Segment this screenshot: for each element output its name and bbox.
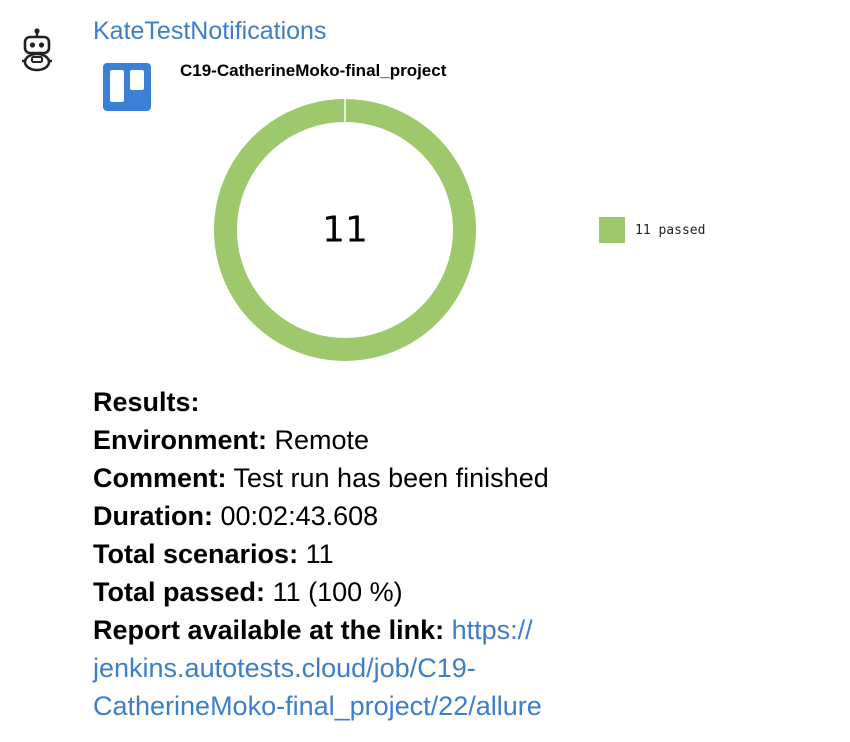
report-link-row-2: jenkins.autotests.cloud/job/C19- — [93, 649, 793, 687]
report-link-part-3[interactable]: CatherineMoko-final_project/22/allure — [93, 691, 542, 721]
project-title: C19-CatherineMoko-final_project — [180, 61, 447, 80]
report-label: Report available at the link: — [93, 615, 445, 645]
report-link-part-2[interactable]: jenkins.autotests.cloud/job/C19- — [93, 653, 476, 683]
environment-row: Environment: Remote — [93, 421, 793, 459]
total-passed-row: Total passed: 11 (100 %) — [93, 573, 793, 611]
chart-attachment[interactable]: C19-CatherineMoko-final_project 11 11 pa… — [93, 56, 733, 366]
donut-center-label: 11 — [322, 210, 368, 251]
report-link-row-3: CatherineMoko-final_project/22/allure — [93, 687, 793, 725]
comment-label: Comment: — [93, 463, 227, 493]
robot-icon — [22, 28, 52, 72]
total-passed-label: Total passed: — [93, 577, 266, 607]
total-passed-value: 11 (100 %) — [272, 577, 403, 607]
environment-value: Remote — [274, 425, 370, 455]
total-scenarios-label: Total scenarios: — [93, 539, 299, 569]
sender-name[interactable]: KateTestNotifications — [93, 14, 326, 48]
report-row: Report available at the link: https:// — [93, 611, 793, 649]
report-link-part-1[interactable]: https:// — [452, 615, 533, 645]
legend-label-passed: 11 passed — [635, 222, 706, 238]
total-scenarios-row: Total scenarios: 11 — [93, 535, 793, 573]
duration-row: Duration: 00:02:43.608 — [93, 497, 793, 535]
total-scenarios-value: 11 — [305, 539, 334, 569]
comment-value: Test run has been finished — [233, 463, 549, 493]
results-heading: Results: — [93, 387, 200, 417]
duration-value: 00:02:43.608 — [220, 501, 379, 531]
environment-label: Environment: — [93, 425, 268, 455]
comment-row: Comment: Test run has been finished — [93, 459, 793, 497]
trello-icon — [103, 63, 151, 111]
duration-label: Duration: — [93, 501, 213, 531]
results-block: Results: Environment: Remote Comment: Te… — [93, 383, 793, 725]
legend-swatch-passed — [599, 217, 625, 243]
chart-legend: 11 passed — [599, 217, 705, 243]
donut-chart: 11 — [214, 98, 476, 361]
